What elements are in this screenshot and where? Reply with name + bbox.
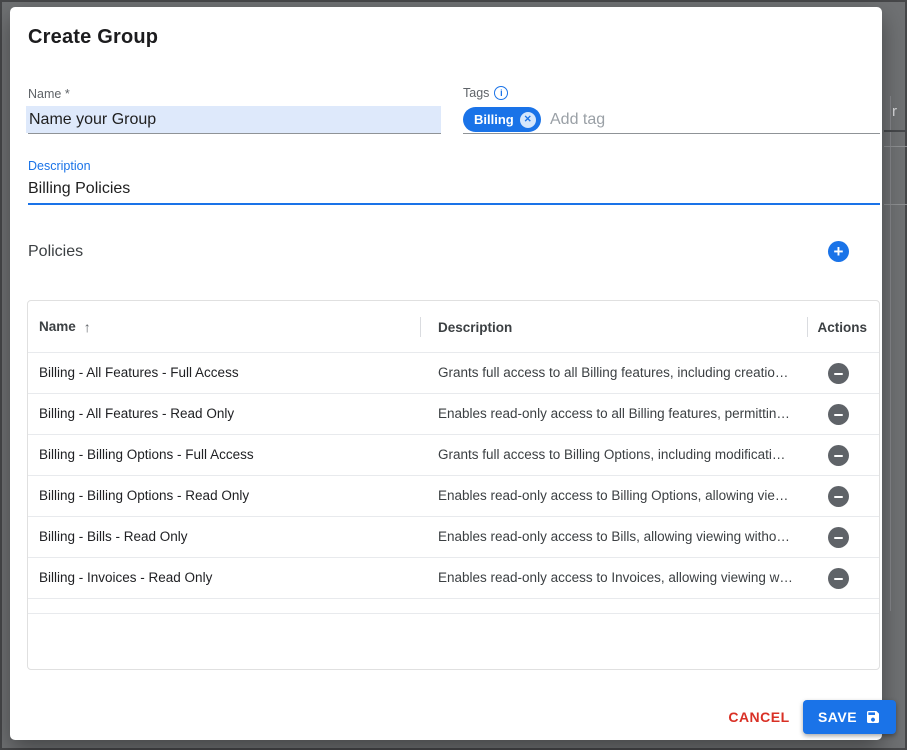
policy-name: Billing - All Features - Read Only [39, 394, 234, 434]
backdrop-text-fragment: r [892, 103, 897, 120]
policy-description: Enables read-only access to Bills, allow… [438, 517, 790, 557]
backdrop-line-light-1 [884, 146, 907, 147]
remove-policy-button[interactable] [828, 527, 849, 548]
policy-row: Billing - All Features - Read Only Enabl… [28, 394, 879, 435]
name-column-header[interactable]: Name ↑ [39, 301, 91, 352]
table-filler-row [28, 599, 879, 614]
add-tag-input[interactable]: Add tag [550, 107, 605, 132]
remove-policy-button[interactable] [828, 486, 849, 507]
info-icon[interactable]: i [494, 86, 508, 100]
policy-row: Billing - Invoices - Read Only Enables r… [28, 558, 879, 599]
name-field-underline [28, 133, 441, 134]
plus-icon: + [834, 243, 844, 260]
sort-asc-icon: ↑ [84, 319, 91, 335]
tags-field-label-row: Tags i [463, 86, 508, 100]
policies-table: Name ↑ Description Actions Billing - All… [27, 300, 880, 670]
policy-row: Billing - Billing Options - Read Only En… [28, 476, 879, 517]
remove-policy-button[interactable] [828, 363, 849, 384]
description-field-label: Description [28, 159, 91, 173]
dialog-title: Create Group [28, 26, 158, 49]
policy-description: Grants full access to Billing Options, i… [438, 435, 785, 475]
tag-chip-billing: Billing ✕ [463, 107, 541, 132]
name-field-label: Name * [28, 87, 70, 101]
description-field-underline [28, 203, 880, 205]
remove-policy-button[interactable] [828, 568, 849, 589]
column-separator [420, 317, 421, 337]
save-button[interactable]: SAVE [803, 700, 896, 734]
group-name-input[interactable]: Name your Group [26, 106, 441, 133]
policy-description: Enables read-only access to all Billing … [438, 394, 790, 434]
screen-backdrop: r Create Group Name * Name your Group Ta… [0, 0, 907, 750]
description-column-header: Description [438, 320, 512, 335]
policies-table-header: Name ↑ Description Actions [28, 301, 879, 353]
backdrop-line-dark [884, 130, 907, 132]
tags-field-underline [463, 133, 880, 134]
column-separator [807, 317, 808, 337]
minus-icon [834, 373, 843, 375]
create-group-dialog: Create Group Name * Name your Group Tags… [10, 7, 882, 740]
policy-row: Billing - Bills - Read Only Enables read… [28, 517, 879, 558]
policy-description: Grants full access to all Billing featur… [438, 353, 788, 393]
policy-description: Enables read-only access to Invoices, al… [438, 558, 793, 598]
policy-row: Billing - Billing Options - Full Access … [28, 435, 879, 476]
minus-icon [834, 537, 843, 539]
minus-icon [834, 455, 843, 457]
policy-name: Billing - Invoices - Read Only [39, 558, 212, 598]
policy-row: Billing - All Features - Full Access Gra… [28, 353, 879, 394]
save-icon [865, 709, 881, 725]
policy-name: Billing - Billing Options - Full Access [39, 435, 254, 475]
minus-icon [834, 578, 843, 580]
remove-policy-button[interactable] [828, 445, 849, 466]
backdrop-line-light-2 [884, 204, 907, 205]
policy-name: Billing - Billing Options - Read Only [39, 476, 249, 516]
policy-name: Billing - Bills - Read Only [39, 517, 188, 557]
tags-field-label: Tags [463, 86, 489, 100]
name-column-label: Name [39, 319, 76, 334]
remove-policy-button[interactable] [828, 404, 849, 425]
policy-name: Billing - All Features - Full Access [39, 353, 239, 393]
add-policy-button[interactable]: + [828, 241, 849, 262]
minus-icon [834, 414, 843, 416]
policy-description: Enables read-only access to Billing Opti… [438, 476, 788, 516]
save-button-label: SAVE [818, 709, 857, 725]
tag-chip-label: Billing [474, 112, 514, 127]
cancel-button[interactable]: CANCEL [716, 707, 802, 728]
backdrop-line-vertical [890, 96, 891, 611]
actions-column-header: Actions [817, 320, 867, 335]
policies-heading: Policies [28, 243, 83, 261]
remove-tag-icon[interactable]: ✕ [520, 112, 536, 128]
description-input[interactable]: Billing Policies [28, 180, 130, 198]
minus-icon [834, 496, 843, 498]
